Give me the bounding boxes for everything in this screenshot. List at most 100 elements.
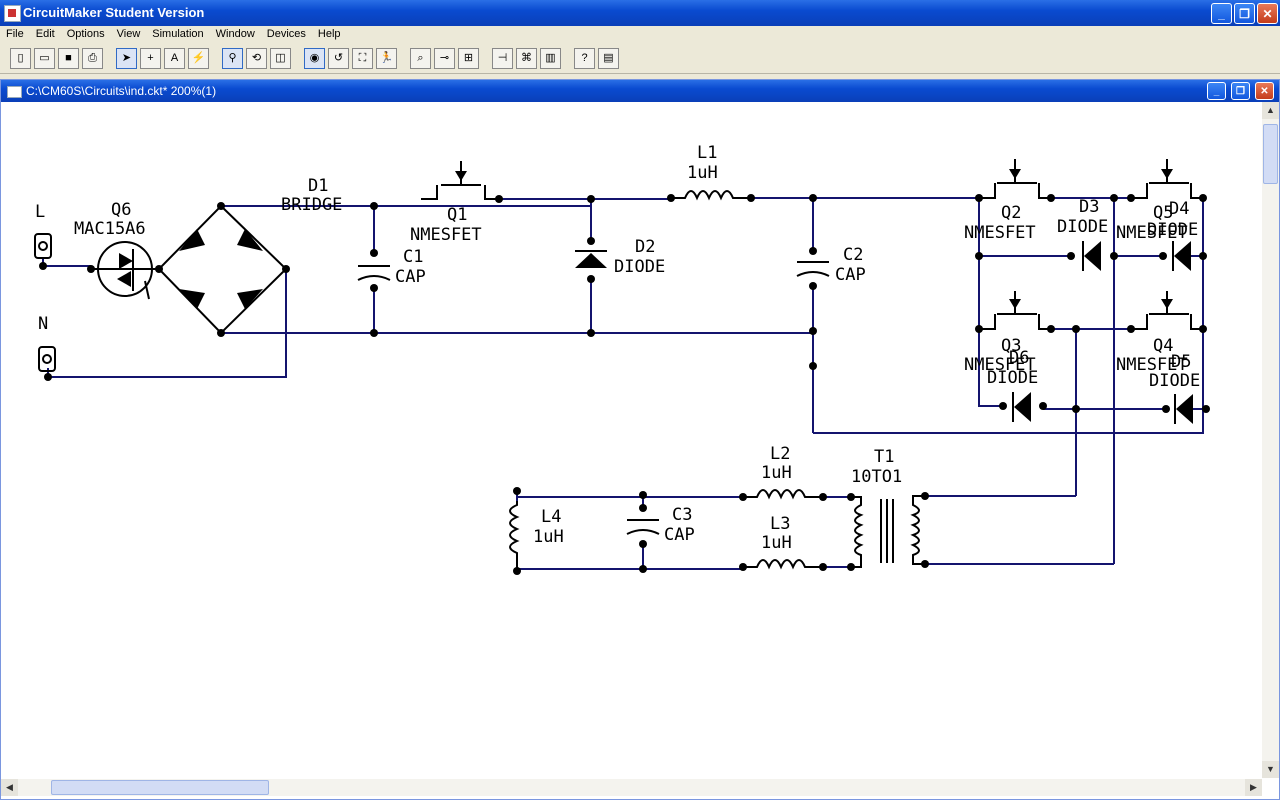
scroll-left-icon[interactable]: ◀	[1, 779, 18, 796]
label-C1-part: CAP	[395, 267, 426, 287]
diode-D2[interactable]	[575, 250, 607, 268]
document-icon	[7, 86, 22, 98]
print-icon[interactable]: ⎙	[82, 48, 103, 69]
label-L: L	[35, 202, 45, 222]
paste-icon[interactable]: ▥	[540, 48, 561, 69]
mesfet-Q5[interactable]	[1131, 159, 1203, 199]
doc-minimize-button[interactable]: _	[1207, 82, 1226, 100]
label-T1-name: T1	[874, 447, 894, 467]
menu-window[interactable]: Window	[210, 26, 261, 40]
label-L4-val: 1uH	[533, 527, 564, 547]
label-L2-val: 1uH	[761, 463, 792, 483]
minimize-button[interactable]: _	[1211, 3, 1232, 24]
terminal-L[interactable]	[34, 233, 52, 259]
component-icon[interactable]: ⊣	[492, 48, 513, 69]
inductor-L1[interactable]	[671, 190, 751, 201]
search-icon[interactable]: ⌘	[516, 48, 537, 69]
scroll-down-icon[interactable]: ▼	[1262, 761, 1279, 778]
capacitor-C3[interactable]	[626, 519, 660, 535]
inductor-L4[interactable]	[509, 501, 520, 569]
label-D2-part: DIODE	[614, 257, 665, 277]
new-file-icon[interactable]: ▯	[10, 48, 31, 69]
mesfet-Q3[interactable]	[979, 291, 1051, 330]
document-window: C:\CM60S\Circuits\ind.ckt* 200%(1) _ ❐ ✕	[0, 79, 1280, 800]
menu-devices[interactable]: Devices	[261, 26, 312, 40]
label-D1-name: D1	[308, 176, 328, 196]
mesfet-Q2[interactable]	[979, 159, 1051, 199]
label-D1-part: BRIDGE	[281, 195, 342, 215]
save-icon[interactable]: ■	[58, 48, 79, 69]
scope-icon[interactable]: ⊸	[434, 48, 455, 69]
capacitor-C2[interactable]	[796, 261, 830, 277]
mirror-icon[interactable]: ◫	[270, 48, 291, 69]
vertical-scrollbar[interactable]: ▲ ▼	[1262, 102, 1279, 778]
label-Q2-part: NMESFET	[964, 223, 1036, 243]
probe-tool-icon[interactable]: ⚡	[188, 48, 209, 69]
menu-edit[interactable]: Edit	[30, 26, 61, 40]
diode-D3[interactable]	[1082, 241, 1101, 271]
menu-simulation[interactable]: Simulation	[146, 26, 209, 40]
vertical-scroll-thumb[interactable]	[1263, 124, 1278, 184]
scroll-right-icon[interactable]: ▶	[1245, 779, 1262, 796]
label-Q1-name: Q1	[447, 205, 467, 225]
label-C3-part: CAP	[664, 525, 695, 545]
app-icon	[4, 5, 21, 22]
close-button[interactable]: ✕	[1257, 3, 1278, 24]
label-Q6-name: Q6	[111, 200, 131, 220]
doc-restore-button[interactable]: ❐	[1231, 82, 1250, 100]
doc-close-button[interactable]: ✕	[1255, 82, 1274, 100]
open-folder-icon[interactable]: ▭	[34, 48, 55, 69]
inductor-L2[interactable]	[743, 489, 823, 500]
capacitor-C1[interactable]	[357, 265, 391, 281]
help-icon[interactable]: ?	[574, 48, 595, 69]
label-D4-name: D4	[1169, 199, 1189, 219]
label-L4-name: L4	[541, 507, 561, 527]
label-C3-name: C3	[672, 505, 692, 525]
schematic-svg: L N Q6 MAC15A6 D1 BRIDGE C1 CAP Q1 NMESF…	[34, 143, 1210, 575]
wire-tool-icon[interactable]: +	[140, 48, 161, 69]
document-title: C:\CM60S\Circuits\ind.ckt* 200%(1)	[26, 84, 217, 98]
schematic-canvas[interactable]: L N Q6 MAC15A6 D1 BRIDGE C1 CAP Q1 NMESF…	[1, 102, 1261, 778]
inductor-L3[interactable]	[743, 559, 823, 570]
label-Q2-name: Q2	[1001, 203, 1021, 223]
label-D4-part: DIODE	[1147, 220, 1198, 240]
diode-D4[interactable]	[1172, 241, 1191, 271]
probe-icon[interactable]: ⌕	[410, 48, 431, 69]
label-T1-part: 10TO1	[851, 467, 902, 487]
simulate-icon[interactable]: ◉	[304, 48, 325, 69]
horizontal-scrollbar[interactable]: ◀ ▶	[1, 779, 1262, 796]
rotate-icon[interactable]: ⟲	[246, 48, 267, 69]
scroll-up-icon[interactable]: ▲	[1262, 102, 1279, 119]
label-L1-name: L1	[697, 143, 717, 163]
zoom-icon[interactable]: ⚲	[222, 48, 243, 69]
settings-icon[interactable]: ▤	[598, 48, 619, 69]
arrow-tool-icon[interactable]: ➤	[116, 48, 137, 69]
label-D3-name: D3	[1079, 197, 1099, 217]
label-L3-name: L3	[770, 514, 790, 534]
run-icon[interactable]: 🏃	[376, 48, 397, 69]
diode-D5[interactable]	[1174, 394, 1193, 424]
label-C2-part: CAP	[835, 265, 866, 285]
menu-help[interactable]: Help	[312, 26, 347, 40]
diode-D6[interactable]	[1012, 392, 1031, 422]
app-title: CircuitMaker Student Version	[23, 5, 205, 20]
bridge-D1[interactable]	[157, 204, 288, 335]
graph-icon[interactable]: ⊞	[458, 48, 479, 69]
mesfet-Q1[interactable]	[421, 161, 499, 200]
transformer-T1[interactable]	[851, 495, 925, 568]
maximize-button[interactable]: ❐	[1234, 3, 1255, 24]
horizontal-scroll-thumb[interactable]	[51, 780, 269, 795]
undo-icon[interactable]: ↺	[328, 48, 349, 69]
step-icon[interactable]: ⛶	[352, 48, 373, 69]
menu-options[interactable]: Options	[61, 26, 111, 40]
menu-view[interactable]: View	[111, 26, 147, 40]
label-D6-name: D6	[1009, 348, 1029, 368]
mesfet-Q4[interactable]	[1131, 291, 1203, 330]
text-tool-icon[interactable]: A	[164, 48, 185, 69]
terminal-N[interactable]	[38, 346, 56, 372]
menu-bar: File Edit Options View Simulation Window Devic…	[0, 26, 1280, 44]
triac-Q6[interactable]	[91, 241, 159, 300]
label-L1-val: 1uH	[687, 163, 718, 183]
menu-file[interactable]: File	[0, 26, 30, 40]
label-Q6-part: MAC15A6	[74, 219, 146, 239]
